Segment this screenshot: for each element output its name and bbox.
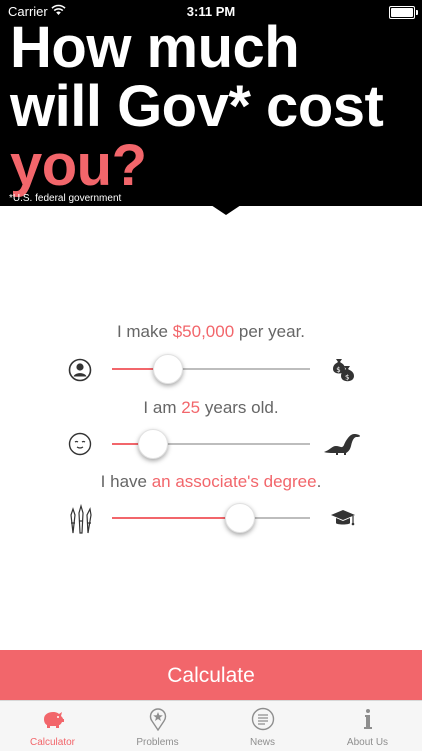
- battery-icon: [389, 6, 418, 19]
- education-suffix: .: [316, 472, 322, 491]
- headline-line-2: will Gov* cost: [10, 74, 384, 139]
- tab-label: About Us: [346, 737, 389, 748]
- calculate-button[interactable]: Calculate: [0, 650, 422, 700]
- map-pin-icon: [149, 708, 167, 731]
- headline-line-1: How much: [10, 15, 300, 80]
- header-pointer: [211, 205, 241, 215]
- graduation-cap-icon: [331, 510, 355, 526]
- age-prefix: I am: [143, 398, 182, 417]
- age-sentence: I am 25 years old.: [0, 398, 422, 418]
- page-title: How much will Gov* cost you?: [10, 15, 384, 198]
- age-value: 25: [181, 398, 201, 417]
- baby-face-icon: [68, 432, 92, 456]
- tab-news[interactable]: News: [210, 701, 315, 751]
- headline-line-3: you?: [10, 133, 147, 198]
- education-slider-fill: [112, 517, 239, 519]
- income-suffix: per year.: [234, 322, 306, 341]
- svg-text:$: $: [336, 366, 340, 374]
- age-slider[interactable]: [112, 429, 310, 459]
- crayons-icon: [70, 503, 92, 534]
- income-sentence: I make $50,000 per year.: [0, 322, 422, 342]
- age-suffix: years old.: [200, 398, 279, 417]
- tab-label: Calculator: [29, 737, 76, 748]
- income-prefix: I make: [116, 322, 173, 341]
- footnote: *U.S. federal government: [9, 193, 122, 204]
- header: Carrier 3:11 PM How much will Gov* cost …: [0, 0, 422, 206]
- age-slider-thumb[interactable]: [137, 429, 168, 459]
- education-slider[interactable]: [112, 503, 310, 533]
- education-value: an associate's degree: [151, 472, 317, 491]
- tab-calculator[interactable]: Calculator: [0, 701, 105, 751]
- svg-text:$: $: [345, 374, 349, 382]
- tab-bar: Calculator Problems News About Us: [0, 700, 422, 751]
- piggy-bank-icon: [44, 712, 64, 728]
- newspaper-icon: [251, 707, 275, 731]
- tab-problems[interactable]: Problems: [105, 701, 210, 751]
- education-sentence: I have an associate's degree.: [0, 472, 422, 492]
- tab-label: Problems: [136, 737, 179, 748]
- info-icon: [364, 709, 372, 729]
- dinosaur-icon: [324, 434, 360, 455]
- income-value: $50,000: [172, 322, 235, 341]
- income-slider[interactable]: [112, 354, 310, 384]
- education-prefix: I have: [100, 472, 152, 491]
- income-slider-thumb[interactable]: [153, 354, 184, 384]
- tab-about-us[interactable]: About Us: [315, 701, 420, 751]
- money-bags-icon: $ $: [333, 359, 354, 382]
- person-icon: [68, 358, 92, 382]
- tab-label: News: [249, 737, 275, 748]
- education-slider-thumb[interactable]: [224, 503, 255, 533]
